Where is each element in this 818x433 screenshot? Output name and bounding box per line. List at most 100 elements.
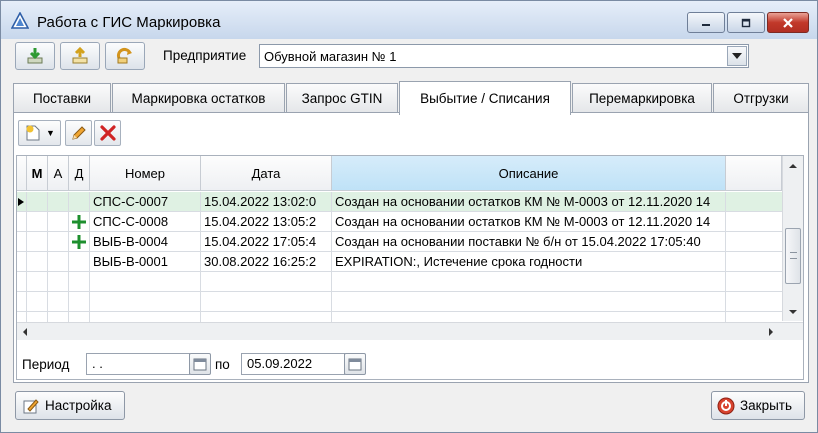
vertical-scroll-thumb[interactable] xyxy=(785,228,801,284)
tab-peremarkirovka[interactable]: Перемаркировка xyxy=(572,83,712,113)
main-window: Работа с ГИС Маркировка Предприятие Обув… xyxy=(0,0,818,433)
enterprise-select[interactable]: Обувной магазин № 1 xyxy=(259,44,749,68)
cell-d xyxy=(69,252,90,272)
pencil-icon xyxy=(71,126,86,140)
empty-cell xyxy=(48,272,69,292)
horizontal-scrollbar[interactable] xyxy=(17,322,803,340)
documents-table[interactable]: М А Д Номер Дата Описание СПС-С-0007 15.… xyxy=(16,155,804,380)
plus-icon xyxy=(72,215,86,229)
import-button[interactable] xyxy=(15,42,55,70)
cell-d xyxy=(69,212,90,232)
cell-number: СПС-С-0007 xyxy=(90,192,201,212)
cell-description: Создан на основании поставки № б/н от 15… xyxy=(332,232,726,252)
row-indicator xyxy=(17,252,27,272)
current-row-indicator xyxy=(17,192,27,212)
empty-table-row xyxy=(17,292,782,312)
column-header-number[interactable]: Номер xyxy=(90,156,201,191)
cell-number: ВЫБ-В-0004 xyxy=(90,232,201,252)
cell-m xyxy=(27,232,48,252)
window-client: Предприятие Обувной магазин № 1 Поставки… xyxy=(9,39,809,426)
maximize-button[interactable] xyxy=(727,12,765,33)
column-header-description[interactable]: Описание xyxy=(332,156,726,191)
maximize-icon xyxy=(741,18,751,27)
period-to-label: по xyxy=(215,357,230,372)
empty-cell xyxy=(332,312,726,322)
scroll-up-icon[interactable] xyxy=(783,160,803,172)
grip-icon xyxy=(790,252,797,259)
scroll-right-icon[interactable] xyxy=(765,324,777,340)
cell-m xyxy=(27,252,48,272)
tab-otgruzki[interactable]: Отгрузки xyxy=(713,83,809,113)
table-row[interactable]: СПС-С-0008 15.04.2022 13:05:2 Создан на … xyxy=(17,212,782,232)
cell-a xyxy=(48,212,69,232)
settings-button-label: Настройка xyxy=(45,398,112,413)
table-row[interactable]: СПС-С-0007 15.04.2022 13:02:0 Создан на … xyxy=(17,192,782,212)
row-indicator-header xyxy=(17,156,27,191)
cell-d xyxy=(69,192,90,212)
delete-button[interactable] xyxy=(94,120,121,146)
close-icon xyxy=(783,17,793,28)
empty-cell xyxy=(27,312,48,322)
tab-markirovka-ostatkov[interactable]: Маркировка остатков xyxy=(112,83,285,113)
tab-vybytie-spisaniya[interactable]: Выбытие / Списания xyxy=(399,81,571,115)
cell-number: СПС-С-0008 xyxy=(90,212,201,232)
empty-cell xyxy=(90,312,201,322)
download-icon xyxy=(27,48,43,64)
column-header-filler xyxy=(726,156,782,191)
tab-label: Отгрузки xyxy=(733,91,789,106)
chevron-down-icon: ▼ xyxy=(46,128,55,138)
column-header-date[interactable]: Дата xyxy=(201,156,332,191)
cell-d xyxy=(69,232,90,252)
period-to-input[interactable]: 05.09.2022 xyxy=(241,353,345,375)
close-button[interactable]: Закрыть xyxy=(711,391,805,420)
tab-panel: ▼ М А Д Номер Дата Описание СПС-С-0007 1… xyxy=(13,112,809,383)
cell-m xyxy=(27,192,48,212)
empty-cell xyxy=(17,312,27,322)
period-to-calendar-button[interactable] xyxy=(344,353,366,375)
scroll-down-icon[interactable] xyxy=(783,306,803,318)
title-bar[interactable]: Работа с ГИС Маркировка xyxy=(1,1,817,39)
export-button[interactable] xyxy=(60,42,100,70)
plus-icon xyxy=(72,235,86,249)
cell-date: 15.04.2022 17:05:4 xyxy=(201,232,332,252)
minimize-button[interactable] xyxy=(687,12,725,33)
table-row[interactable]: ВЫБ-В-0004 15.04.2022 17:05:4 Создан на … xyxy=(17,232,782,252)
empty-cell xyxy=(17,292,27,312)
tab-label: Перемаркировка xyxy=(589,91,695,106)
cell-m xyxy=(27,212,48,232)
empty-cell xyxy=(48,292,69,312)
column-header-d[interactable]: Д xyxy=(69,156,90,191)
edit-button[interactable] xyxy=(65,120,92,146)
table-row[interactable]: ВЫБ-В-0001 30.08.2022 16:25:2 EXPIRATION… xyxy=(17,252,782,272)
tab-label: Маркировка остатков xyxy=(131,91,266,106)
empty-cell xyxy=(90,272,201,292)
period-from-input[interactable]: . . xyxy=(86,353,190,375)
cell-description: Создан на основании остатков КМ № М-0003… xyxy=(332,212,726,232)
add-document-button[interactable]: ▼ xyxy=(18,120,61,146)
period-from-calendar-button[interactable] xyxy=(189,353,211,375)
close-window-button[interactable] xyxy=(767,12,809,33)
vertical-scrollbar[interactable] xyxy=(782,156,803,321)
cell-description: EXPIRATION:, Истечение срока годности xyxy=(332,252,726,272)
minimize-icon xyxy=(702,23,710,26)
settings-button[interactable]: Настройка xyxy=(15,391,125,420)
tab-label: Выбытие / Списания xyxy=(420,91,550,106)
tab-zapros-gtin[interactable]: Запрос GTIN xyxy=(286,83,398,113)
new-document-icon xyxy=(26,125,40,141)
settings-icon xyxy=(23,398,39,413)
enterprise-dropdown-button[interactable] xyxy=(727,46,747,66)
enterprise-label: Предприятие xyxy=(163,48,247,63)
empty-cell xyxy=(48,312,69,322)
tab-postavki[interactable]: Поставки xyxy=(13,83,111,113)
empty-cell xyxy=(90,292,201,312)
empty-cell xyxy=(332,272,726,292)
empty-cell xyxy=(332,292,726,312)
delete-icon xyxy=(99,125,116,141)
scroll-left-icon[interactable] xyxy=(19,324,31,340)
window-title: Работа с ГИС Маркировка xyxy=(37,14,221,31)
column-header-a[interactable]: А xyxy=(48,156,69,191)
exchange-button[interactable] xyxy=(105,42,145,70)
close-button-label: Закрыть xyxy=(740,398,792,413)
calendar-icon xyxy=(348,358,362,371)
column-header-m[interactable]: М xyxy=(27,156,48,191)
